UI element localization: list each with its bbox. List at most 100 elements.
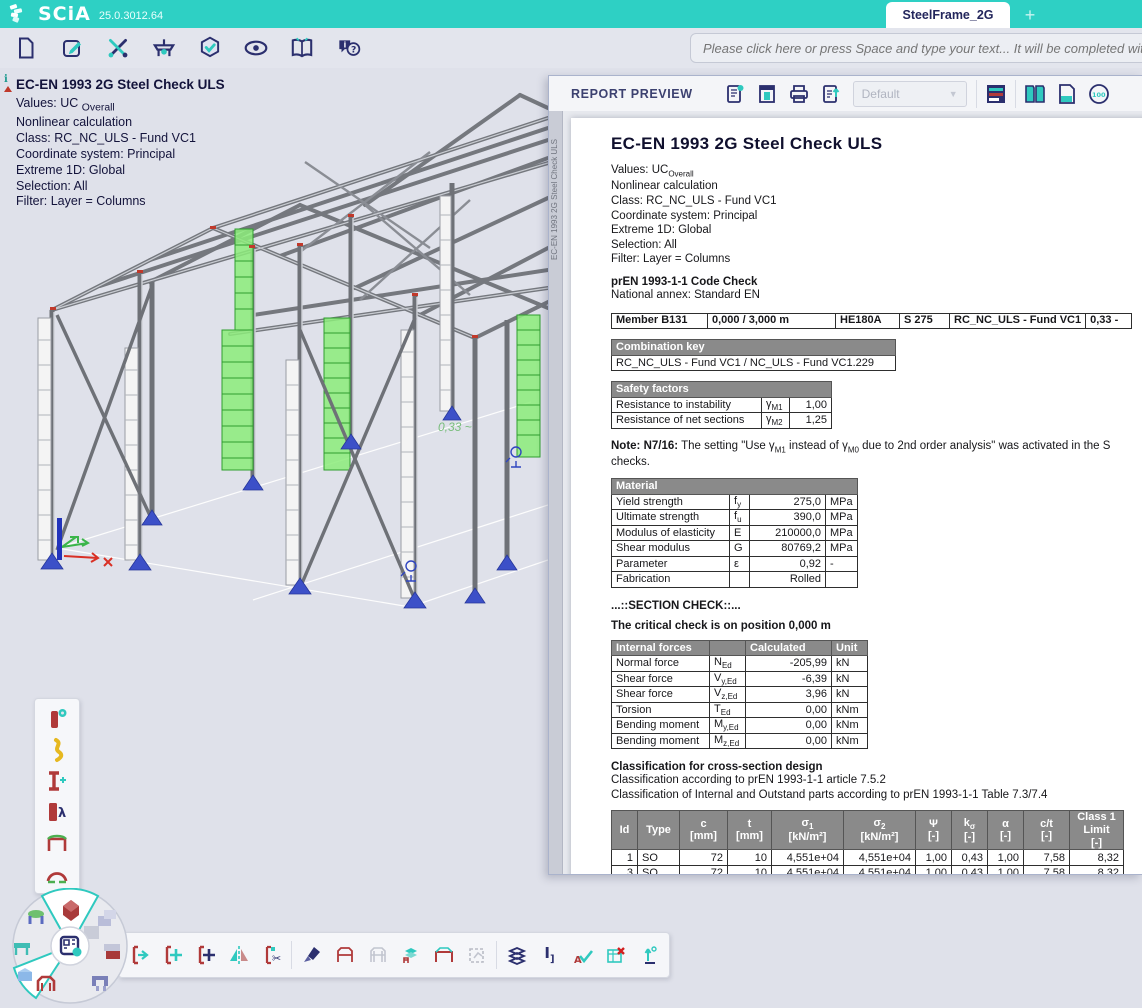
dimension-line-icon[interactable] xyxy=(633,938,664,972)
arched-frame-icon[interactable] xyxy=(40,858,74,889)
column-header: t[mm] xyxy=(728,811,772,850)
command-input[interactable] xyxy=(690,33,1142,63)
table-cell: E xyxy=(730,525,750,541)
safety-factors-table: Safety factors Resistance to instability… xyxy=(611,381,832,429)
table-cell: 8,32 xyxy=(1070,850,1124,866)
new-project-icon[interactable] xyxy=(6,32,46,64)
layers-icon[interactable] xyxy=(501,938,532,972)
two-page-view-icon[interactable] xyxy=(1019,80,1051,108)
national-annex: National annex: Standard EN xyxy=(611,288,1142,303)
table-cell: Ultimate strength xyxy=(612,510,730,526)
calculate-check-icon[interactable] xyxy=(190,32,230,64)
report-template-select[interactable]: Default ▼ xyxy=(853,81,967,107)
material-table: Material Yield strengthfy275,0MPaUltimat… xyxy=(611,478,858,588)
workstation-wheel-menu[interactable] xyxy=(0,888,150,1008)
table-cell: 4,551e+04 xyxy=(844,850,916,866)
table-cell: SO xyxy=(638,865,680,874)
project-settings-icon[interactable] xyxy=(144,32,184,64)
svg-text:i: i xyxy=(344,40,347,49)
material-header: Material xyxy=(612,479,858,495)
doc-meta: Values: UCOverallNonlinear calculationCl… xyxy=(611,163,1142,267)
classification-table: IdTypec[mm]t[mm]σ1[kN/m²]σ2[kN/m²]Ψ[-]kσ… xyxy=(611,810,1124,874)
text-line: Classification according to prEN 1993-1-… xyxy=(611,773,1142,788)
table-cell: kNm xyxy=(832,733,868,749)
table-cell: Torsion xyxy=(612,702,710,718)
table-cell: 0,00 xyxy=(746,718,832,734)
tools-icon[interactable] xyxy=(98,32,138,64)
table-row: Modulus of elasticityE210000,0MPa xyxy=(612,525,858,541)
report-template-value: Default xyxy=(862,87,900,101)
text-line: Extreme 1D: Global xyxy=(611,223,1142,238)
frame-icon[interactable] xyxy=(329,938,360,972)
table-cell: Shear force xyxy=(612,671,710,687)
report-nav-strip-label: EC-EN 1993 2G Steel Check ULS xyxy=(550,139,559,260)
mirror-icon[interactable] xyxy=(223,938,254,972)
table-cell: fu xyxy=(730,510,750,526)
member-settings-icon[interactable] xyxy=(40,703,74,734)
table-cell: Resistance of net sections xyxy=(612,413,762,429)
toolbar-separator xyxy=(291,941,292,969)
classification-heading: Classification for cross-section design xyxy=(611,761,1142,773)
join-members-icon[interactable] xyxy=(190,938,221,972)
column-header: c[mm] xyxy=(680,811,728,850)
new-tab-button[interactable]: + xyxy=(1018,4,1042,26)
catalog-blocks-icon[interactable] xyxy=(395,938,426,972)
text-line: Filter: Layer = Columns xyxy=(16,194,225,210)
classification-lines: Classification according to prEN 1993-1-… xyxy=(611,773,1142,802)
table-cell: 4,551e+04 xyxy=(772,850,844,866)
cross-section-icon[interactable] xyxy=(40,765,74,796)
table-cell: 0,00 xyxy=(746,702,832,718)
note-label: Note: N7/16: xyxy=(611,440,678,452)
rename-icon[interactable]: I] xyxy=(534,938,565,972)
combination-key-value: RC_NC_ULS - Fund VC1 / NC_ULS - Fund VC1… xyxy=(612,355,896,371)
note-text: The setting "Use γM1 instead of γM0 due … xyxy=(681,440,1110,452)
text-line: Selection: All xyxy=(16,179,225,195)
toc-icon[interactable] xyxy=(980,80,1012,108)
svg-text:100: 100 xyxy=(1092,91,1106,99)
app-name: SCiA xyxy=(38,3,91,25)
result-overlay-text: EC-EN 1993 2G Steel Check ULS Values: UC… xyxy=(16,76,225,210)
edit-project-icon[interactable] xyxy=(52,32,92,64)
portal-frame-icon[interactable] xyxy=(428,938,459,972)
one-page-view-icon[interactable] xyxy=(1051,80,1083,108)
table-cell xyxy=(826,572,858,588)
text-line: Values: UC Overall xyxy=(16,96,225,115)
project-tab[interactable]: SteelFrame_2G xyxy=(886,2,1010,28)
report-canvas[interactable]: EC-EN 1993 2G Steel Check ULS Values: UC… xyxy=(563,111,1142,874)
load-panel-icon[interactable] xyxy=(40,827,74,858)
help-icon[interactable]: i? xyxy=(328,32,368,64)
delete-table-icon[interactable] xyxy=(600,938,631,972)
table-cell: 7,58 xyxy=(1024,865,1070,874)
column-header: c/t[-] xyxy=(1024,811,1070,850)
deformed-shape-icon[interactable] xyxy=(40,734,74,765)
combination-key-table: Combination key RC_NC_ULS - Fund VC1 / N… xyxy=(611,339,896,371)
new-report-icon[interactable] xyxy=(719,80,751,108)
wheel-results-icon[interactable] xyxy=(104,944,120,959)
table-cell: 1,00 xyxy=(988,850,1024,866)
table-cell: Shear modulus xyxy=(612,541,730,557)
column-header xyxy=(710,640,746,656)
report-nav-strip[interactable]: EC-EN 1993 2G Steel Check ULS xyxy=(549,111,563,874)
table-cell: 1,25 xyxy=(790,413,832,429)
region-icon[interactable] xyxy=(461,938,492,972)
text-line: Coordinate system: Principal xyxy=(611,209,1142,224)
table-cell: γM2 xyxy=(762,413,790,429)
table-cell: 1,00 xyxy=(916,850,952,866)
connect-members-icon[interactable] xyxy=(157,938,188,972)
buckling-lambda-icon[interactable]: λ xyxy=(40,796,74,827)
column-header: Class 1Limit[-] xyxy=(1070,811,1124,850)
table-cell: 1,00 xyxy=(916,865,952,874)
export-report-icon[interactable] xyxy=(815,80,847,108)
insert-report-icon[interactable] xyxy=(751,80,783,108)
paintbrush-icon[interactable] xyxy=(296,938,327,972)
libraries-icon[interactable] xyxy=(282,32,322,64)
view-icon[interactable] xyxy=(236,32,276,64)
column-header: Unit xyxy=(832,640,868,656)
print-icon[interactable] xyxy=(783,80,815,108)
trim-icon[interactable]: ✂ xyxy=(256,938,287,972)
frame-disabled-icon[interactable] xyxy=(362,938,393,972)
check-input-icon[interactable]: A xyxy=(567,938,598,972)
zoom-100-icon[interactable]: 100 xyxy=(1083,80,1115,108)
table-cell: 275,0 xyxy=(750,494,826,510)
table-cell: 4,551e+04 xyxy=(772,865,844,874)
